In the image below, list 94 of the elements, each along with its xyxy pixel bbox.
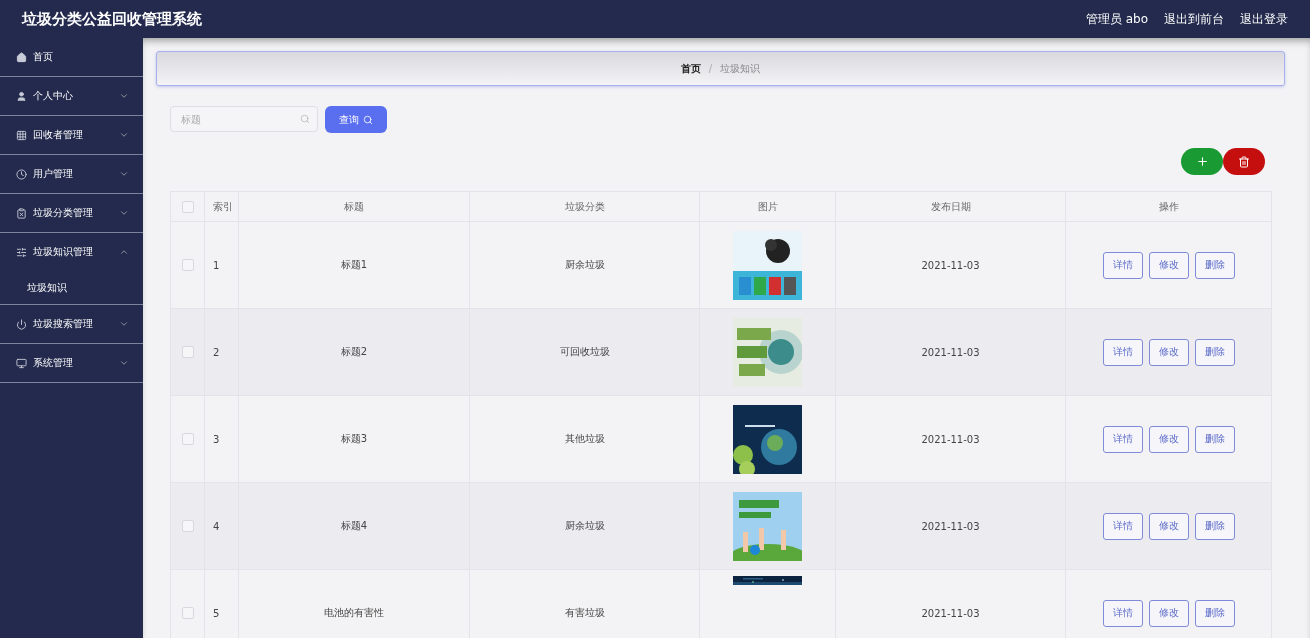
- action-button[interactable]: 详情: [1102, 599, 1143, 627]
- table-cell: 标题2: [340, 345, 368, 359]
- table-cell: 2: [213, 346, 220, 358]
- sidebar-item[interactable]: 垃圾知识管理: [0, 233, 143, 271]
- submenu-item[interactable]: 垃圾知识: [0, 271, 143, 304]
- chevron-down-icon: [119, 358, 129, 368]
- action-button[interactable]: 删除: [1194, 425, 1235, 453]
- app-title: 垃圾分类公益回收管理系统: [22, 9, 203, 29]
- sidebar-item[interactable]: 个人中心: [0, 77, 143, 116]
- column-header: 垃圾分类: [564, 199, 605, 214]
- delete-button[interactable]: [1223, 148, 1265, 175]
- checkbox[interactable]: [181, 346, 194, 358]
- add-button[interactable]: [1181, 148, 1223, 175]
- user-label: 管理员 abo: [1085, 10, 1148, 28]
- search-icon: [300, 114, 310, 124]
- action-button[interactable]: 详情: [1102, 338, 1143, 366]
- sidebar-item[interactable]: 回收者管理: [0, 116, 143, 155]
- sidebar-item[interactable]: 系统管理: [0, 344, 143, 383]
- power-icon: [16, 318, 27, 330]
- trash-icon: [1238, 155, 1250, 168]
- table-cell: 有害垃圾: [564, 606, 605, 620]
- table-cell: 2021-11-03: [921, 259, 980, 271]
- table-cell: 3: [213, 433, 220, 445]
- action-button[interactable]: 删除: [1194, 251, 1235, 279]
- search-field[interactable]: 标题: [170, 106, 318, 132]
- chevron-down-icon: [119, 319, 129, 329]
- action-button[interactable]: 详情: [1102, 251, 1143, 279]
- header-link[interactable]: 退出到前台: [1164, 10, 1224, 28]
- sidebar-label: 垃圾知识管理: [33, 245, 94, 259]
- home-icon: [16, 51, 27, 63]
- sidebar-label: 首页: [33, 50, 54, 64]
- table-cell: 2021-11-03: [921, 433, 980, 445]
- column-header: 图片: [757, 199, 778, 214]
- checkbox[interactable]: [181, 520, 194, 532]
- monitor-icon: [16, 357, 27, 369]
- user-icon: [16, 90, 27, 102]
- action-button[interactable]: 删除: [1194, 599, 1235, 627]
- sidebar-item[interactable]: 垃圾搜索管理: [0, 305, 143, 344]
- sidebar-label: 系统管理: [33, 356, 74, 370]
- table-cell: 2021-11-03: [921, 607, 980, 619]
- header-link[interactable]: 退出登录: [1240, 10, 1288, 28]
- search-icon: [363, 114, 373, 125]
- sidebar-label: 用户管理: [33, 167, 74, 181]
- clock-icon: [16, 168, 27, 180]
- action-button[interactable]: 详情: [1102, 425, 1143, 453]
- breadcrumb-link[interactable]: 首页: [680, 61, 701, 76]
- action-button[interactable]: 修改: [1148, 251, 1189, 279]
- table-cell: 厨余垃圾: [564, 258, 605, 272]
- column-header: 索引: [213, 199, 233, 214]
- chevron-down-icon: [119, 91, 129, 101]
- chevron-down-icon: [119, 130, 129, 140]
- search-button[interactable]: 查询: [325, 106, 387, 133]
- chevron-down-icon: [119, 208, 129, 218]
- column-header: 发布日期: [930, 199, 971, 214]
- table-cell: 4: [213, 520, 220, 532]
- column-header: 操作: [1158, 199, 1179, 214]
- clipboard-icon: [16, 207, 27, 219]
- action-button[interactable]: 删除: [1194, 512, 1235, 540]
- table-cell: 标题1: [340, 258, 368, 272]
- sidebar-item[interactable]: 首页: [0, 38, 143, 77]
- column-header: 标题: [344, 199, 364, 214]
- sidebar-label: 个人中心: [33, 89, 74, 103]
- sidebar-item[interactable]: 垃圾分类管理: [0, 194, 143, 233]
- grid-icon: [16, 129, 27, 141]
- chevron-up-icon: [119, 247, 129, 257]
- sliders-icon: [16, 246, 27, 258]
- table-cell: 厨余垃圾: [564, 519, 605, 533]
- chevron-down-icon: [119, 169, 129, 179]
- table-cell: 电池的有害性: [324, 606, 384, 620]
- table-cell: 5: [213, 607, 220, 619]
- table-cell: 标题3: [340, 432, 368, 446]
- table-cell: 1: [213, 259, 220, 271]
- table-cell: 2021-11-03: [921, 346, 980, 358]
- action-button[interactable]: 修改: [1148, 338, 1189, 366]
- action-button[interactable]: 详情: [1102, 512, 1143, 540]
- table-cell: 2021-11-03: [921, 520, 980, 532]
- action-button[interactable]: 修改: [1148, 425, 1189, 453]
- plus-icon: [1195, 155, 1209, 168]
- checkbox[interactable]: [181, 200, 194, 213]
- sidebar-item[interactable]: 用户管理: [0, 155, 143, 194]
- sidebar-label: 垃圾分类管理: [33, 206, 94, 220]
- action-button[interactable]: 删除: [1194, 338, 1235, 366]
- sidebar-label: 垃圾搜索管理: [33, 317, 94, 331]
- table-cell: 其他垃圾: [564, 432, 605, 446]
- checkbox[interactable]: [181, 433, 194, 445]
- action-button[interactable]: 修改: [1148, 512, 1189, 540]
- table-cell: 标题4: [340, 519, 368, 533]
- checkbox[interactable]: [181, 259, 194, 271]
- action-button[interactable]: 修改: [1148, 599, 1189, 627]
- breadcrumb-current: 垃圾知识: [720, 61, 761, 76]
- sidebar-label: 回收者管理: [33, 128, 84, 142]
- checkbox[interactable]: [181, 607, 194, 619]
- breadcrumb-separator: /: [708, 63, 713, 74]
- table-cell: 可回收垃圾: [559, 345, 610, 359]
